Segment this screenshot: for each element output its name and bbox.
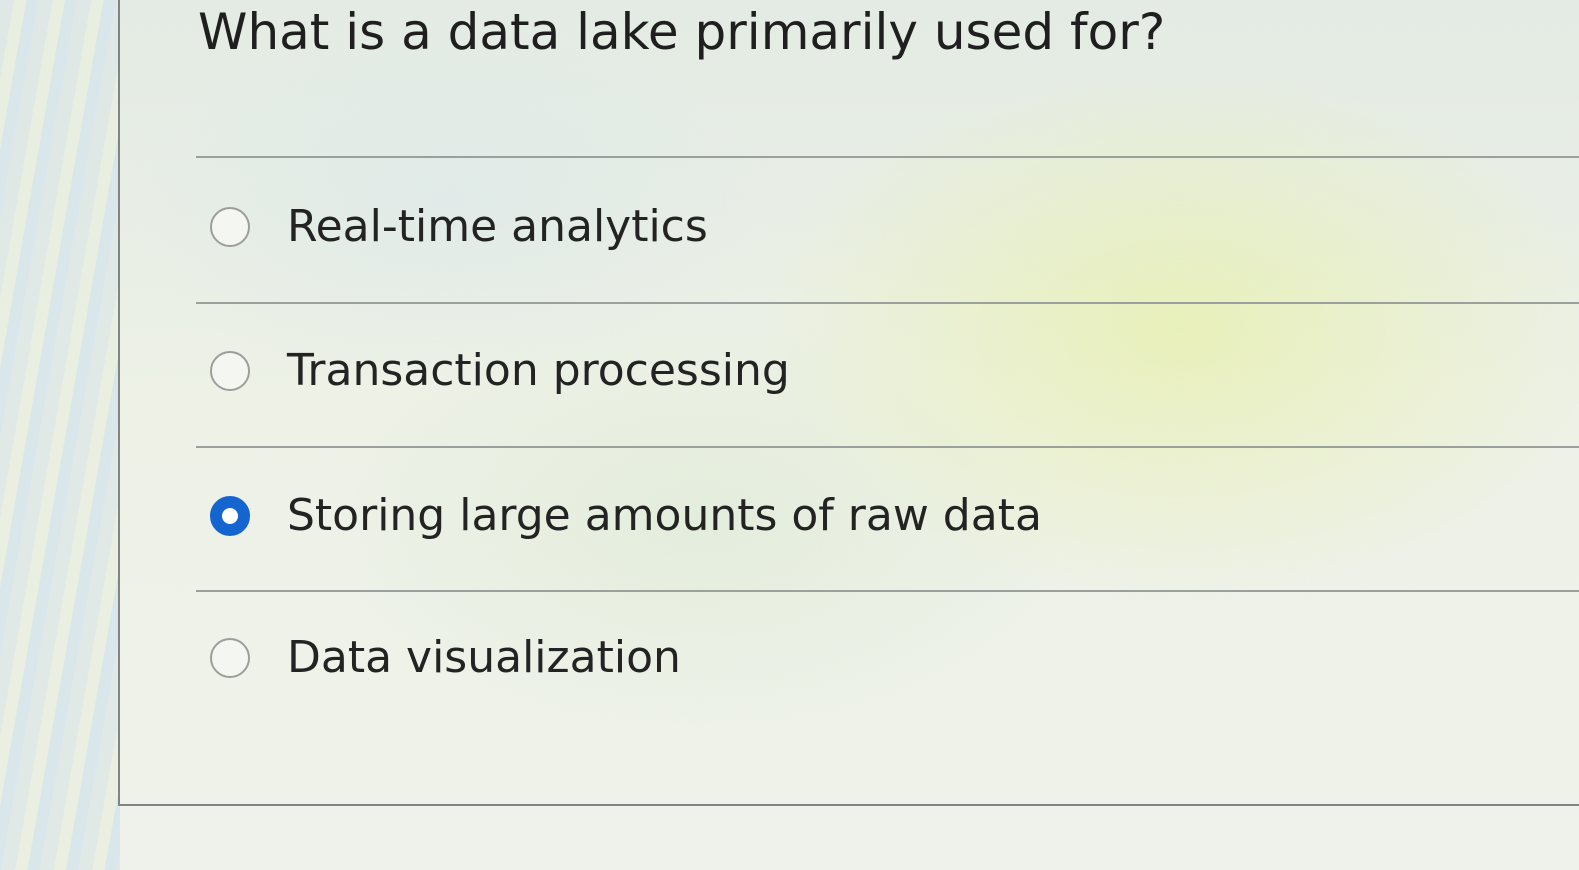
- radio-button-unselected[interactable]: [210, 207, 250, 247]
- option-label: Data visualization: [287, 632, 681, 683]
- option-real-time-analytics[interactable]: Real-time analytics: [210, 197, 708, 257]
- radio-button-unselected[interactable]: [210, 638, 250, 678]
- divider: [196, 590, 1579, 592]
- option-label: Transaction processing: [287, 345, 790, 396]
- option-storing-large-amounts-of-raw-data[interactable]: Storing large amounts of raw data: [210, 486, 1042, 546]
- divider: [196, 302, 1579, 304]
- option-data-visualization[interactable]: Data visualization: [210, 628, 681, 688]
- radio-button-selected[interactable]: [210, 496, 250, 536]
- radio-button-unselected[interactable]: [210, 351, 250, 391]
- background-left-strip: [0, 0, 120, 870]
- divider: [196, 446, 1579, 448]
- divider: [196, 156, 1579, 158]
- option-label: Storing large amounts of raw data: [287, 490, 1042, 541]
- option-transaction-processing[interactable]: Transaction processing: [210, 341, 790, 401]
- question-text: What is a data lake primarily used for?: [198, 3, 1166, 61]
- option-label: Real-time analytics: [287, 201, 708, 252]
